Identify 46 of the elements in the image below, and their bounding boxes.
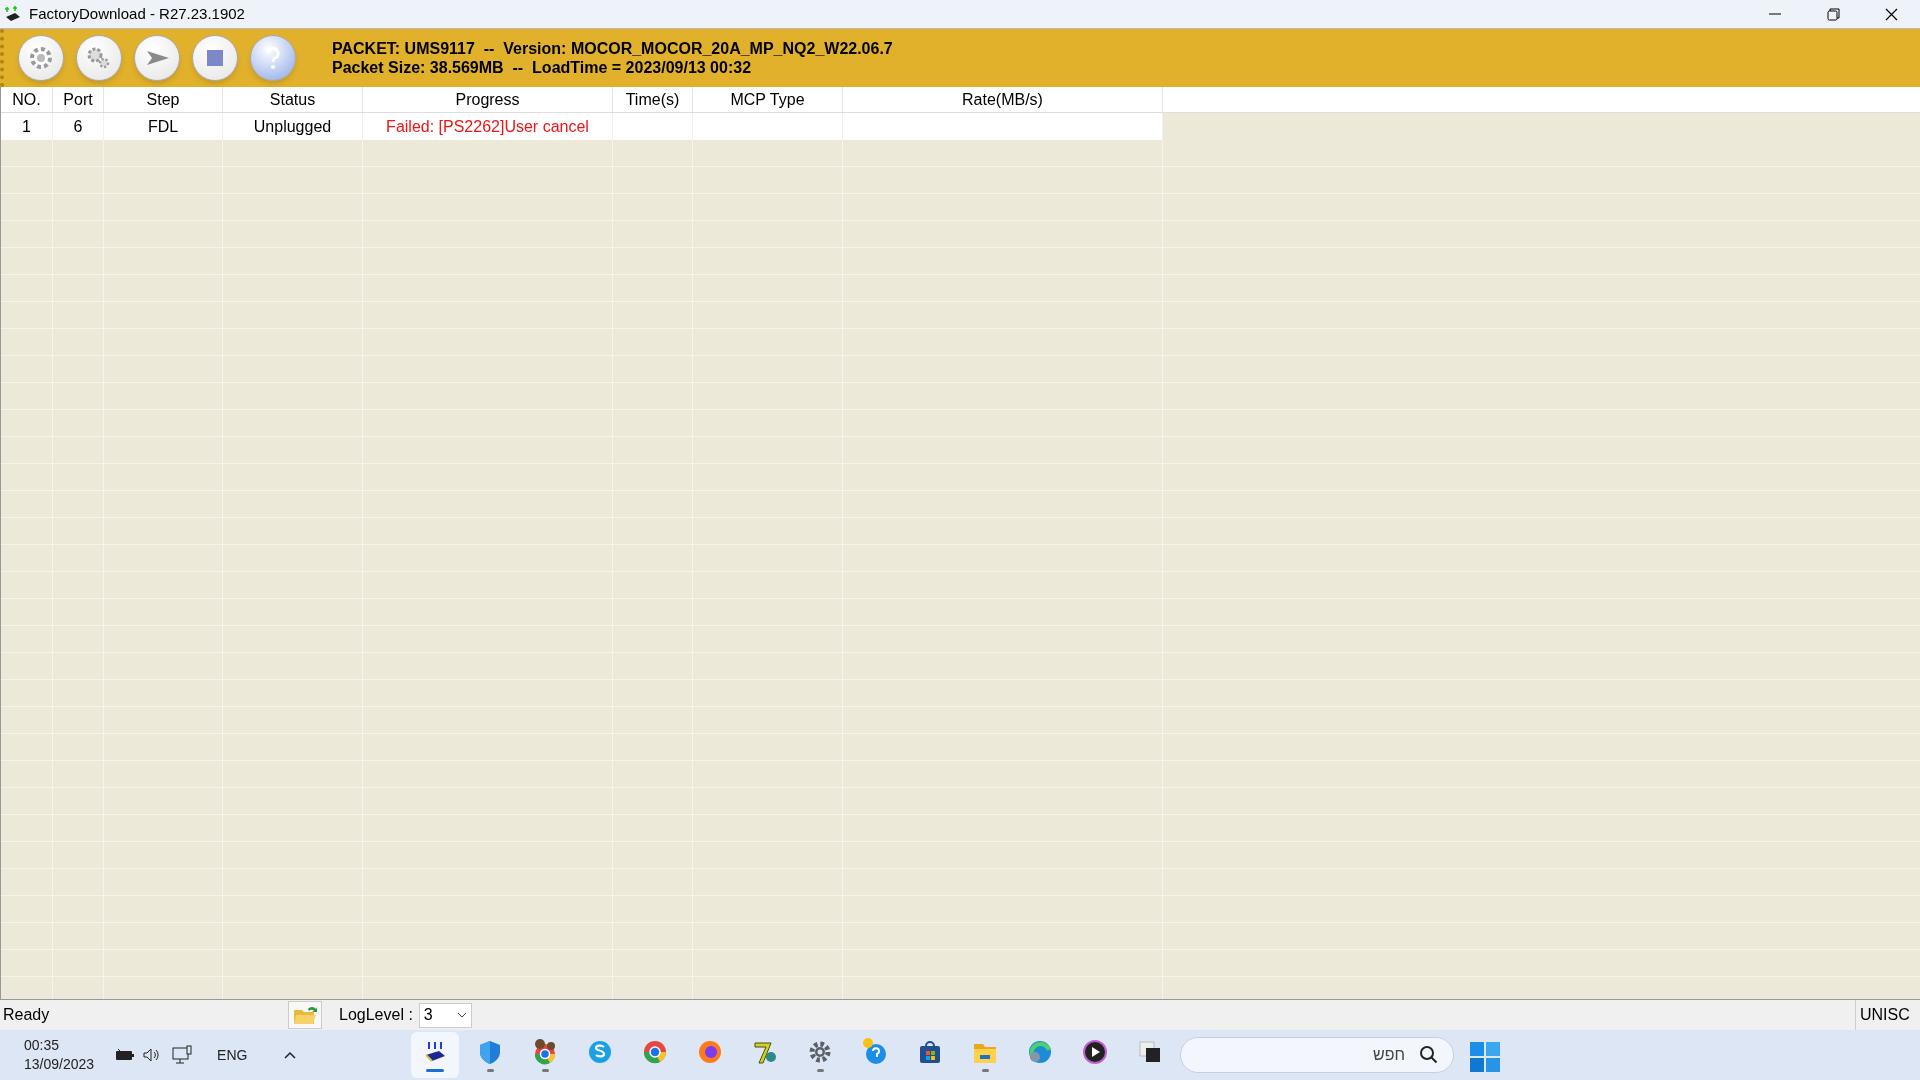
table-cell-text: Failed: [PS2262]User cancel [386,116,589,137]
toolbar-button[interactable] [76,35,122,81]
clock-date[interactable]: 13/09/2023 [24,1055,95,1074]
app-icon [4,5,22,23]
table-cell-text: FDL [147,116,179,137]
table-row[interactable]: 1 6 FDL Unplugged Failed: [PS2262]User cancel [1,113,1163,140]
caret-icon [456,1012,467,1018]
log-level-label: LogLevel : [339,1005,413,1025]
network-icon[interactable] [171,1045,194,1065]
table-cell-text: 6 [73,116,83,137]
packet-info: Packet Size: 38.569MB -- LoadTime = 2023/09/13 00:32 [332,58,753,77]
language-indicator[interactable]: ENG [217,1044,248,1066]
play-icon [1081,1038,1109,1066]
column-header[interactable]: MCP Type [693,87,843,112]
edge-icon [1026,1038,1054,1066]
firefox-icon [696,1038,724,1066]
column-header[interactable]: Step [104,87,223,112]
toolbar-button[interactable] [192,35,238,81]
column-header[interactable]: Port [53,87,104,112]
taskbar-app-button[interactable] [411,1032,459,1078]
toolbar-button[interactable] [134,35,180,81]
search-icon [1419,1045,1439,1065]
column-header[interactable]: Rate(MB/s) [843,87,1163,112]
chrome-icon [641,1038,669,1066]
column-header[interactable]: Status [223,87,363,112]
status-text: UNISC [1860,1005,1910,1025]
table-cell-text: 1 [22,116,31,137]
open-folder-button[interactable] [288,1001,322,1029]
search-field[interactable]: חפש [1180,1037,1454,1073]
table-cell-text: Unplugged [253,116,332,137]
toolbar-button[interactable] [250,35,296,81]
packet-info: PACKET: UMS9117 -- Version: MOCOR_MOCOR_20A_MP_NQ2_W22.06.7 [332,39,893,58]
clock-time[interactable]: 00:35 [24,1036,95,1055]
toolbar-button[interactable] [18,35,64,81]
battery-icon[interactable] [114,1047,137,1063]
window-title: FactoryDownload - R27.23.1902 [29,3,245,24]
column-header[interactable]: Progress [363,87,613,112]
start-icon[interactable] [1470,1042,1500,1072]
chevron-up-icon[interactable] [283,1050,298,1060]
status-text: Ready [3,1005,51,1025]
log-level-dropdown[interactable]: 3 [418,1002,472,1028]
skype-icon [586,1038,614,1066]
column-header[interactable]: Time(s) [613,87,693,112]
help-icon [861,1038,889,1066]
column-header[interactable]: NO. [1,87,53,112]
help-icon [266,47,280,69]
